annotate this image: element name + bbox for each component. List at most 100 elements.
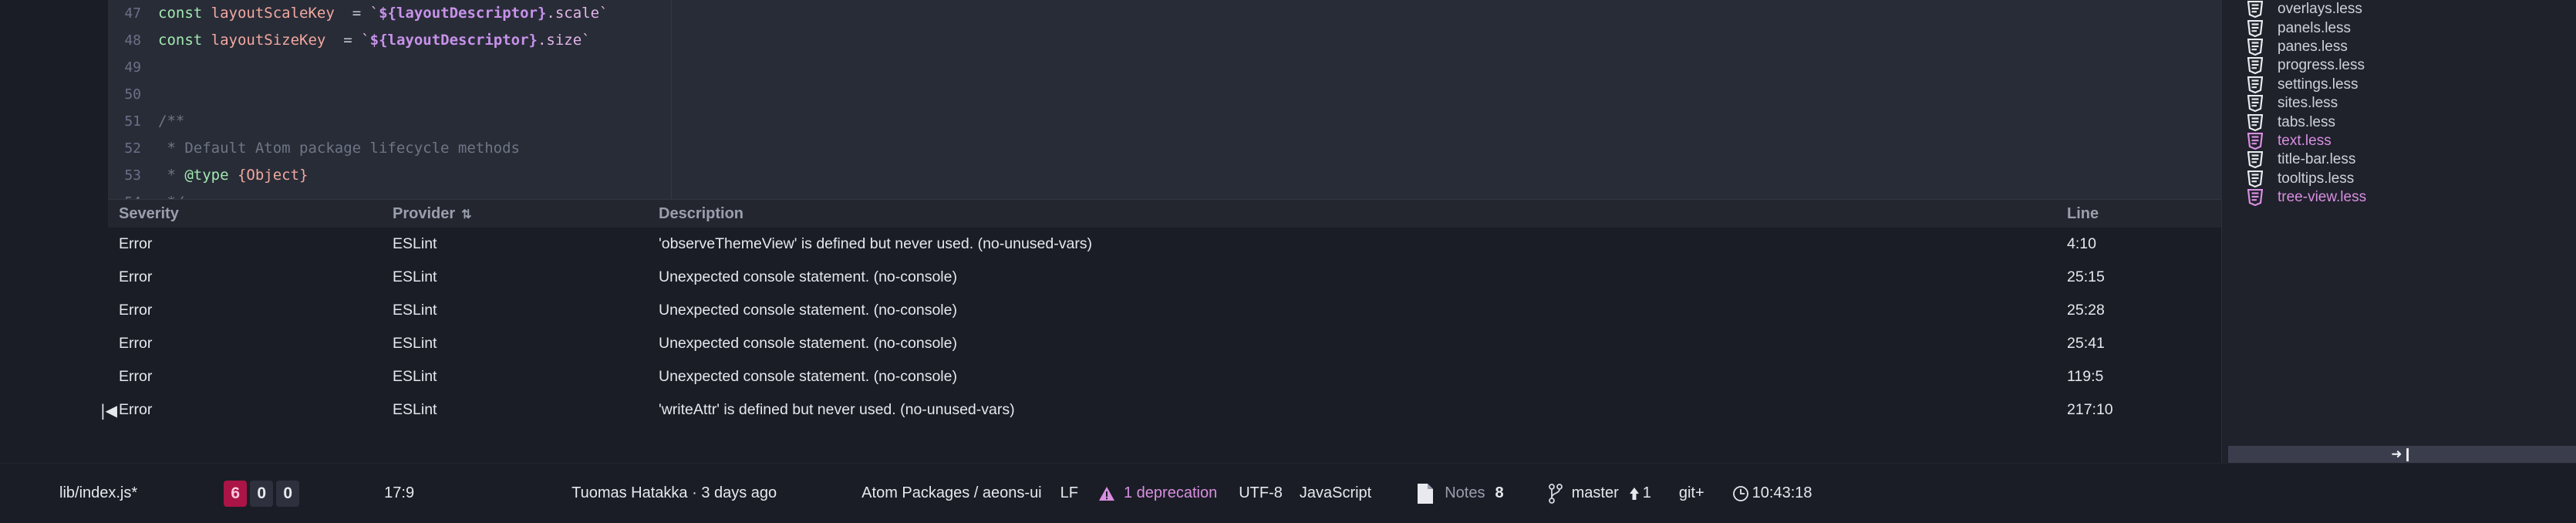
table-row[interactable]: ErrorESLintUnexpected console statement.… bbox=[108, 294, 2221, 327]
deprecation-indicator[interactable]: 1 deprecation bbox=[1098, 484, 1217, 502]
code-token bbox=[352, 32, 361, 49]
code-token bbox=[229, 167, 238, 184]
css-file-icon bbox=[2247, 57, 2267, 74]
project-path[interactable]: Atom Packages / aeons-ui bbox=[861, 484, 1041, 502]
editor-lines: 47const layoutScaleKey = `${layoutDescri… bbox=[108, 0, 2221, 199]
sort-toggle-icon[interactable]: ⇅ bbox=[461, 208, 471, 221]
cell-description: 'writeAttr' is defined but never used. (… bbox=[659, 401, 2067, 419]
css-file-icon bbox=[2247, 76, 2267, 93]
tree-view-item[interactable]: tree-view.less bbox=[2222, 188, 2576, 207]
line-number: 49 bbox=[108, 54, 158, 81]
cell-severity: Error bbox=[119, 335, 393, 353]
tree-view-item-label: tree-view.less bbox=[2278, 189, 2366, 206]
code-text: /** bbox=[158, 108, 184, 135]
css-file-icon bbox=[2247, 114, 2267, 131]
table-row[interactable]: ErrorESLintUnexpected console statement.… bbox=[108, 327, 2221, 360]
commits-ahead-count: 1 bbox=[1643, 484, 1651, 502]
tree-view-item[interactable]: progress.less bbox=[2222, 56, 2576, 75]
tree-view-item[interactable]: tabs.less bbox=[2222, 113, 2576, 131]
lint-error-count[interactable]: 6 bbox=[224, 481, 247, 507]
git-blame[interactable]: Tuomas Hatakka · 3 days ago bbox=[572, 484, 777, 502]
table-row[interactable]: ErrorESLintUnexpected console statement.… bbox=[108, 360, 2221, 393]
lint-info-count[interactable]: 0 bbox=[276, 481, 299, 507]
diagnostics-header-row: Severity Provider⇅ Description Line bbox=[108, 200, 2221, 228]
code-line: 49 bbox=[108, 54, 2221, 81]
jump-to-line-icon[interactable]: |◀ bbox=[97, 402, 120, 419]
tree-view-item[interactable]: title-bar.less bbox=[2222, 150, 2576, 169]
tree-view-item[interactable]: overlays.less bbox=[2222, 0, 2576, 19]
dock-collapse-button[interactable]: ➜❙ bbox=[2228, 446, 2576, 463]
diagnostics-panel: Severity Provider⇅ Description Line Erro… bbox=[108, 199, 2221, 463]
tree-view-item[interactable]: panels.less bbox=[2222, 19, 2576, 37]
tree-view-item[interactable]: settings.less bbox=[2222, 76, 2576, 94]
code-line: 50 bbox=[108, 81, 2221, 108]
code-token bbox=[361, 5, 369, 22]
lint-summary[interactable]: 6 0 0 bbox=[224, 481, 299, 507]
cell-severity: Error bbox=[119, 401, 393, 419]
table-row[interactable]: |◀ErrorESLint'writeAttr' is defined but … bbox=[108, 393, 2221, 427]
code-token: ` bbox=[361, 32, 369, 49]
code-token: = bbox=[352, 5, 361, 22]
git-branch-indicator[interactable]: master 1 bbox=[1549, 484, 1651, 504]
code-line: 52 * Default Atom package lifecycle meth… bbox=[108, 135, 2221, 162]
code-token: layoutScaleKey bbox=[211, 5, 335, 22]
tree-view-item[interactable]: sites.less bbox=[2222, 94, 2576, 113]
clock-indicator[interactable]: 10:43:18 bbox=[1732, 484, 1812, 502]
table-row[interactable]: ErrorESLintUnexpected console statement.… bbox=[108, 261, 2221, 294]
commits-ahead: 1 bbox=[1628, 484, 1651, 502]
line-number: 47 bbox=[108, 0, 158, 27]
tree-view-list: overlays.lesspanels.less panes.lessprogre… bbox=[2222, 0, 2576, 207]
css-file-icon bbox=[2247, 170, 2267, 187]
code-token: * bbox=[158, 167, 184, 184]
cell-severity: Error bbox=[119, 235, 393, 253]
tree-view-item-label: title-bar.less bbox=[2278, 151, 2355, 168]
status-bar-left: lib/index.js* 6 0 0 17:9 Tuomas Hatakka … bbox=[0, 481, 1812, 507]
css-file-icon bbox=[2247, 189, 2267, 206]
editor-column: 47const layoutScaleKey = `${layoutDescri… bbox=[108, 0, 2221, 463]
tree-view-item-label: panels.less bbox=[2278, 20, 2351, 37]
code-token: ${layoutDescriptor} bbox=[379, 5, 546, 22]
column-header-description[interactable]: Description bbox=[659, 205, 2067, 223]
tree-view-item-label: panes.less bbox=[2278, 39, 2348, 56]
css-file-icon bbox=[2247, 95, 2267, 112]
css-file-icon bbox=[2247, 39, 2267, 56]
column-header-severity[interactable]: Severity bbox=[119, 205, 393, 223]
column-header-line[interactable]: Line bbox=[2067, 205, 2221, 223]
diagnostics-rows: ErrorESLint'observeThemeView' is defined… bbox=[108, 228, 2221, 427]
code-token: layoutSizeKey bbox=[211, 32, 326, 49]
code-editor[interactable]: 47const layoutScaleKey = `${layoutDescri… bbox=[108, 0, 2221, 199]
workspace-upper: 47const layoutScaleKey = `${layoutDescri… bbox=[0, 0, 2576, 463]
lint-warning-count[interactable]: 0 bbox=[250, 481, 273, 507]
grammar-selector[interactable]: JavaScript bbox=[1300, 484, 1371, 502]
code-token: ${layoutDescriptor} bbox=[370, 32, 538, 49]
line-number: 51 bbox=[108, 108, 158, 135]
cell-provider: ESLint bbox=[393, 235, 659, 253]
cursor-position[interactable]: 17:9 bbox=[384, 484, 414, 502]
cell-line: 25:15 bbox=[2067, 268, 2221, 286]
git-plus-button[interactable]: git+ bbox=[1679, 484, 1704, 502]
tree-view-item-label: tabs.less bbox=[2278, 114, 2335, 131]
css-file-icon bbox=[2247, 1, 2267, 18]
code-text: */ bbox=[158, 189, 184, 199]
code-token: * Default Atom package lifecycle methods bbox=[158, 140, 520, 157]
line-number: 48 bbox=[108, 27, 158, 54]
cell-line: 217:10 bbox=[2067, 401, 2221, 419]
column-header-line-label: Line bbox=[2067, 205, 2099, 222]
status-file-path[interactable]: lib/index.js* bbox=[59, 484, 137, 502]
table-row[interactable]: ErrorESLint'observeThemeView' is defined… bbox=[108, 228, 2221, 261]
line-number: 53 bbox=[108, 162, 158, 189]
column-header-provider[interactable]: Provider⇅ bbox=[393, 205, 659, 223]
tree-view-item[interactable]: text.less bbox=[2222, 132, 2576, 150]
tree-view-item[interactable]: tooltips.less bbox=[2222, 170, 2576, 188]
code-token: /** bbox=[158, 113, 184, 130]
code-token bbox=[202, 32, 211, 49]
css-file-icon bbox=[2247, 151, 2267, 168]
encoding-selector[interactable]: UTF-8 bbox=[1239, 484, 1283, 502]
cell-severity: Error bbox=[119, 368, 393, 386]
status-bar: lib/index.js* 6 0 0 17:9 Tuomas Hatakka … bbox=[0, 463, 2576, 523]
git-branch-name: master bbox=[1572, 484, 1619, 502]
line-ending-selector[interactable]: LF bbox=[1060, 484, 1078, 502]
tree-view-item[interactable]: panes.less bbox=[2222, 38, 2576, 56]
warning-triangle-icon bbox=[1098, 486, 1115, 501]
notes-indicator[interactable]: Notes 8 bbox=[1416, 483, 1503, 504]
